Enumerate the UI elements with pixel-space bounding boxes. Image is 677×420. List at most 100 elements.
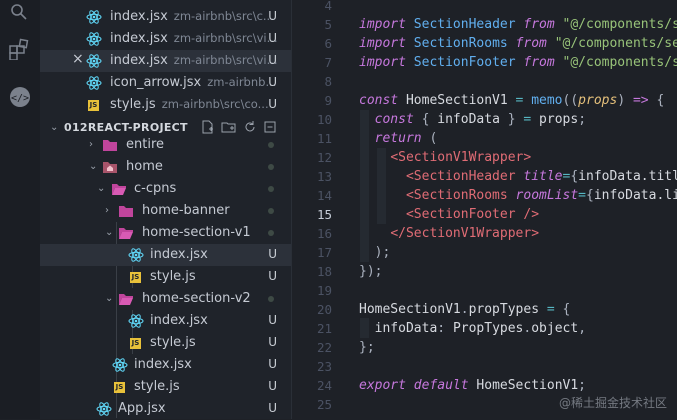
chevron-down-icon: ⌄	[105, 227, 114, 238]
js-icon: JS	[130, 272, 141, 283]
code-line: import SectionHeader from "@/components/…	[359, 17, 677, 32]
tree-folder-home[interactable]: ⌄ home	[40, 156, 291, 178]
line-number: 11	[316, 131, 332, 146]
code-line: import SectionFooter from "@/components/…	[359, 55, 677, 70]
folder-icon	[118, 203, 134, 219]
chevron-down-icon[interactable]: ⌄	[50, 122, 60, 133]
react-icon	[112, 357, 128, 373]
untracked-badge: U	[268, 97, 277, 111]
file-path: zm-airbnb\src\co...	[161, 97, 269, 111]
status-dot	[268, 230, 274, 236]
status-dot	[268, 142, 274, 148]
extensions-icon[interactable]	[8, 38, 32, 62]
tree-file[interactable]: JS style.js U	[40, 332, 291, 354]
code-line: });	[359, 264, 383, 279]
untracked-badge: U	[268, 379, 277, 393]
code-line: const { infoData } = props;	[374, 112, 587, 127]
open-editor-item[interactable]: JS style.js zm-airbnb\src\co... U	[40, 94, 291, 116]
chevron-right-icon: ›	[105, 205, 109, 216]
code-line: return (	[374, 131, 438, 146]
tree-folder-home-section-v2[interactable]: ⌄ home-section-v2	[40, 288, 291, 310]
file-path: zm-airbnb\src\c...	[173, 9, 274, 23]
tree-folder-entire[interactable]: › entire	[40, 134, 291, 156]
tree-label: index.jsx	[134, 357, 192, 372]
status-dot	[268, 208, 274, 214]
folder-open-icon	[118, 225, 134, 241]
code-line: <SectionHeader title={infoData.title	[405, 169, 677, 184]
code-line: HomeSectionV1.propTypes = {	[359, 302, 571, 317]
line-number: 15	[316, 207, 332, 222]
tree-label: c-cpns	[134, 181, 177, 196]
file-path: zm-airbnb\src\vi...	[173, 31, 278, 45]
code-line: <SectionRooms roomList={infoData.lis	[405, 188, 677, 203]
line-number: 10	[316, 112, 332, 127]
untracked-badge: U	[268, 247, 277, 261]
untracked-badge: U	[268, 313, 277, 327]
react-icon	[86, 53, 102, 69]
code-line: const HomeSectionV1 = memo((props) => {	[359, 93, 665, 108]
code-token: SectionHeader	[413, 17, 516, 32]
line-number: 6	[324, 36, 332, 51]
tree-file[interactable]: App.jsx U	[40, 398, 291, 420]
file-name: index.jsx	[110, 9, 168, 24]
search-icon[interactable]	[8, 2, 32, 26]
react-icon	[96, 401, 112, 417]
code-line: export default HomeSectionV1;	[359, 378, 586, 393]
chevron-right-icon: ›	[89, 139, 93, 150]
line-number: 20	[316, 302, 332, 317]
code-line: import SectionRooms from "@/components/s…	[359, 36, 677, 51]
open-editor-item-active[interactable]: × index.jsx zm-airbnb\src\vi... U	[40, 50, 291, 72]
open-editor-item[interactable]: icon_arrow.jsx zm-airbnb... U	[40, 72, 291, 94]
tree-file[interactable]: index.jsx U	[40, 354, 291, 376]
code-line: </SectionV1Wrapper>	[390, 226, 540, 241]
status-dot	[268, 296, 274, 302]
line-number: 21	[316, 321, 332, 336]
home-folder-icon	[102, 159, 118, 175]
chevron-down-icon: ⌄	[97, 183, 106, 194]
tree-label: home-banner	[142, 203, 230, 218]
code-line: <SectionV1Wrapper>	[390, 150, 532, 165]
untracked-badge: U	[268, 269, 277, 283]
line-number: 13	[316, 169, 332, 184]
line-number: 23	[316, 359, 332, 374]
js-icon: JS	[114, 382, 125, 393]
open-editor-item[interactable]: index.jsx zm-airbnb\src\vi... U	[40, 28, 291, 50]
line-number: 17	[316, 245, 332, 260]
activity-bar: </>	[0, 0, 40, 419]
open-editor-item[interactable]: index.jsx zm-airbnb\src\c... U	[40, 6, 291, 28]
tree-folder-c-cpns[interactable]: ⌄ c-cpns	[40, 178, 291, 200]
code-line: <SectionFooter />	[405, 207, 540, 222]
tree-file[interactable]: JS style.js U	[40, 376, 291, 398]
code-line: };	[359, 340, 375, 355]
close-icon[interactable]: ×	[72, 51, 84, 67]
file-name: style.js	[110, 97, 156, 112]
tree-file[interactable]: index.jsx U	[40, 310, 291, 332]
line-number: 9	[324, 93, 332, 108]
line-number: 22	[316, 340, 332, 355]
tree-label: home	[126, 159, 163, 174]
untracked-badge: U	[268, 75, 277, 89]
tree-folder-home-section-v1[interactable]: ⌄ home-section-v1	[40, 222, 291, 244]
file-path: zm-airbnb...	[207, 75, 277, 89]
code-editor[interactable]: 4 5 6 7 8 9 10 11 12 13 14 15 16 17 18 19 20 21 22 23 24 25 i…	[292, 0, 677, 419]
folder-open-icon	[118, 291, 134, 307]
line-number: 5	[324, 17, 332, 32]
react-icon	[86, 9, 102, 25]
tree-label: index.jsx	[150, 313, 208, 328]
react-icon	[128, 247, 144, 263]
tree-file-selected[interactable]: index.jsx U	[40, 244, 291, 266]
tree-label: home-section-v2	[142, 291, 251, 306]
tree-file[interactable]: JS style.js U	[40, 266, 291, 288]
remote-explorer-icon[interactable]: </>	[8, 85, 32, 109]
untracked-badge: U	[268, 401, 277, 415]
explorer-sidebar: index.jsx zm-airbnb\src\c... U index.jsx z…	[40, 0, 292, 419]
js-icon: JS	[130, 338, 141, 349]
line-number: 8	[324, 74, 332, 89]
tree-folder-home-banner[interactable]: › home-banner	[40, 200, 291, 222]
tree-label: home-section-v1	[142, 225, 251, 240]
line-number: 19	[316, 283, 332, 298]
line-number: 18	[316, 264, 332, 279]
status-dot	[268, 164, 274, 170]
tree-label: style.js	[150, 269, 196, 284]
status-dot	[268, 186, 274, 192]
